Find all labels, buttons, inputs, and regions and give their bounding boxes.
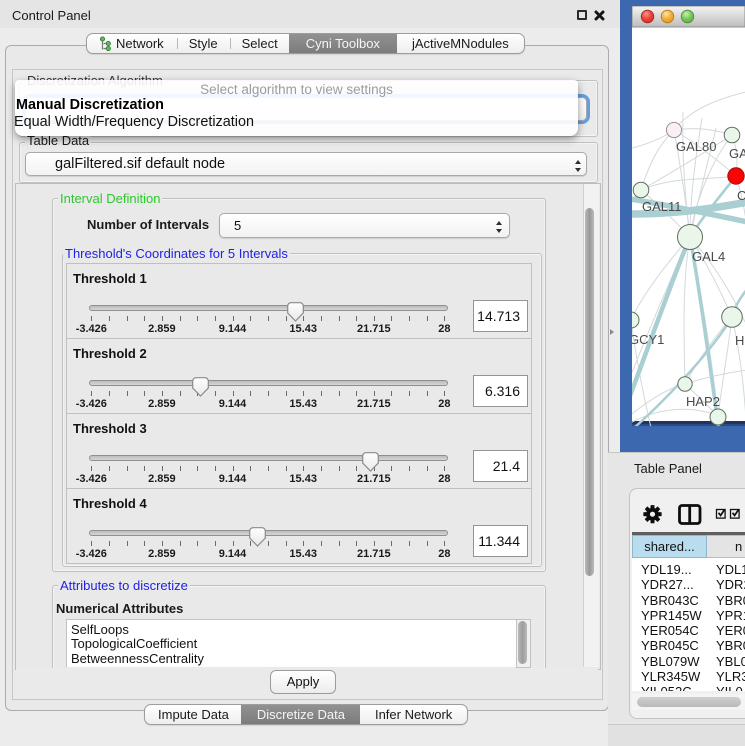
svg-text:H: H	[735, 333, 744, 348]
svg-text:GCY1: GCY1	[629, 332, 664, 347]
svg-text:GAL4: GAL4	[692, 249, 725, 264]
svg-text:GAL11: GAL11	[642, 199, 682, 214]
svg-text:HAP2: HAP2	[686, 394, 720, 409]
svg-text:C: C	[737, 188, 745, 203]
svg-text:GA: GA	[729, 146, 745, 161]
svg-text:GAL80: GAL80	[676, 139, 716, 154]
